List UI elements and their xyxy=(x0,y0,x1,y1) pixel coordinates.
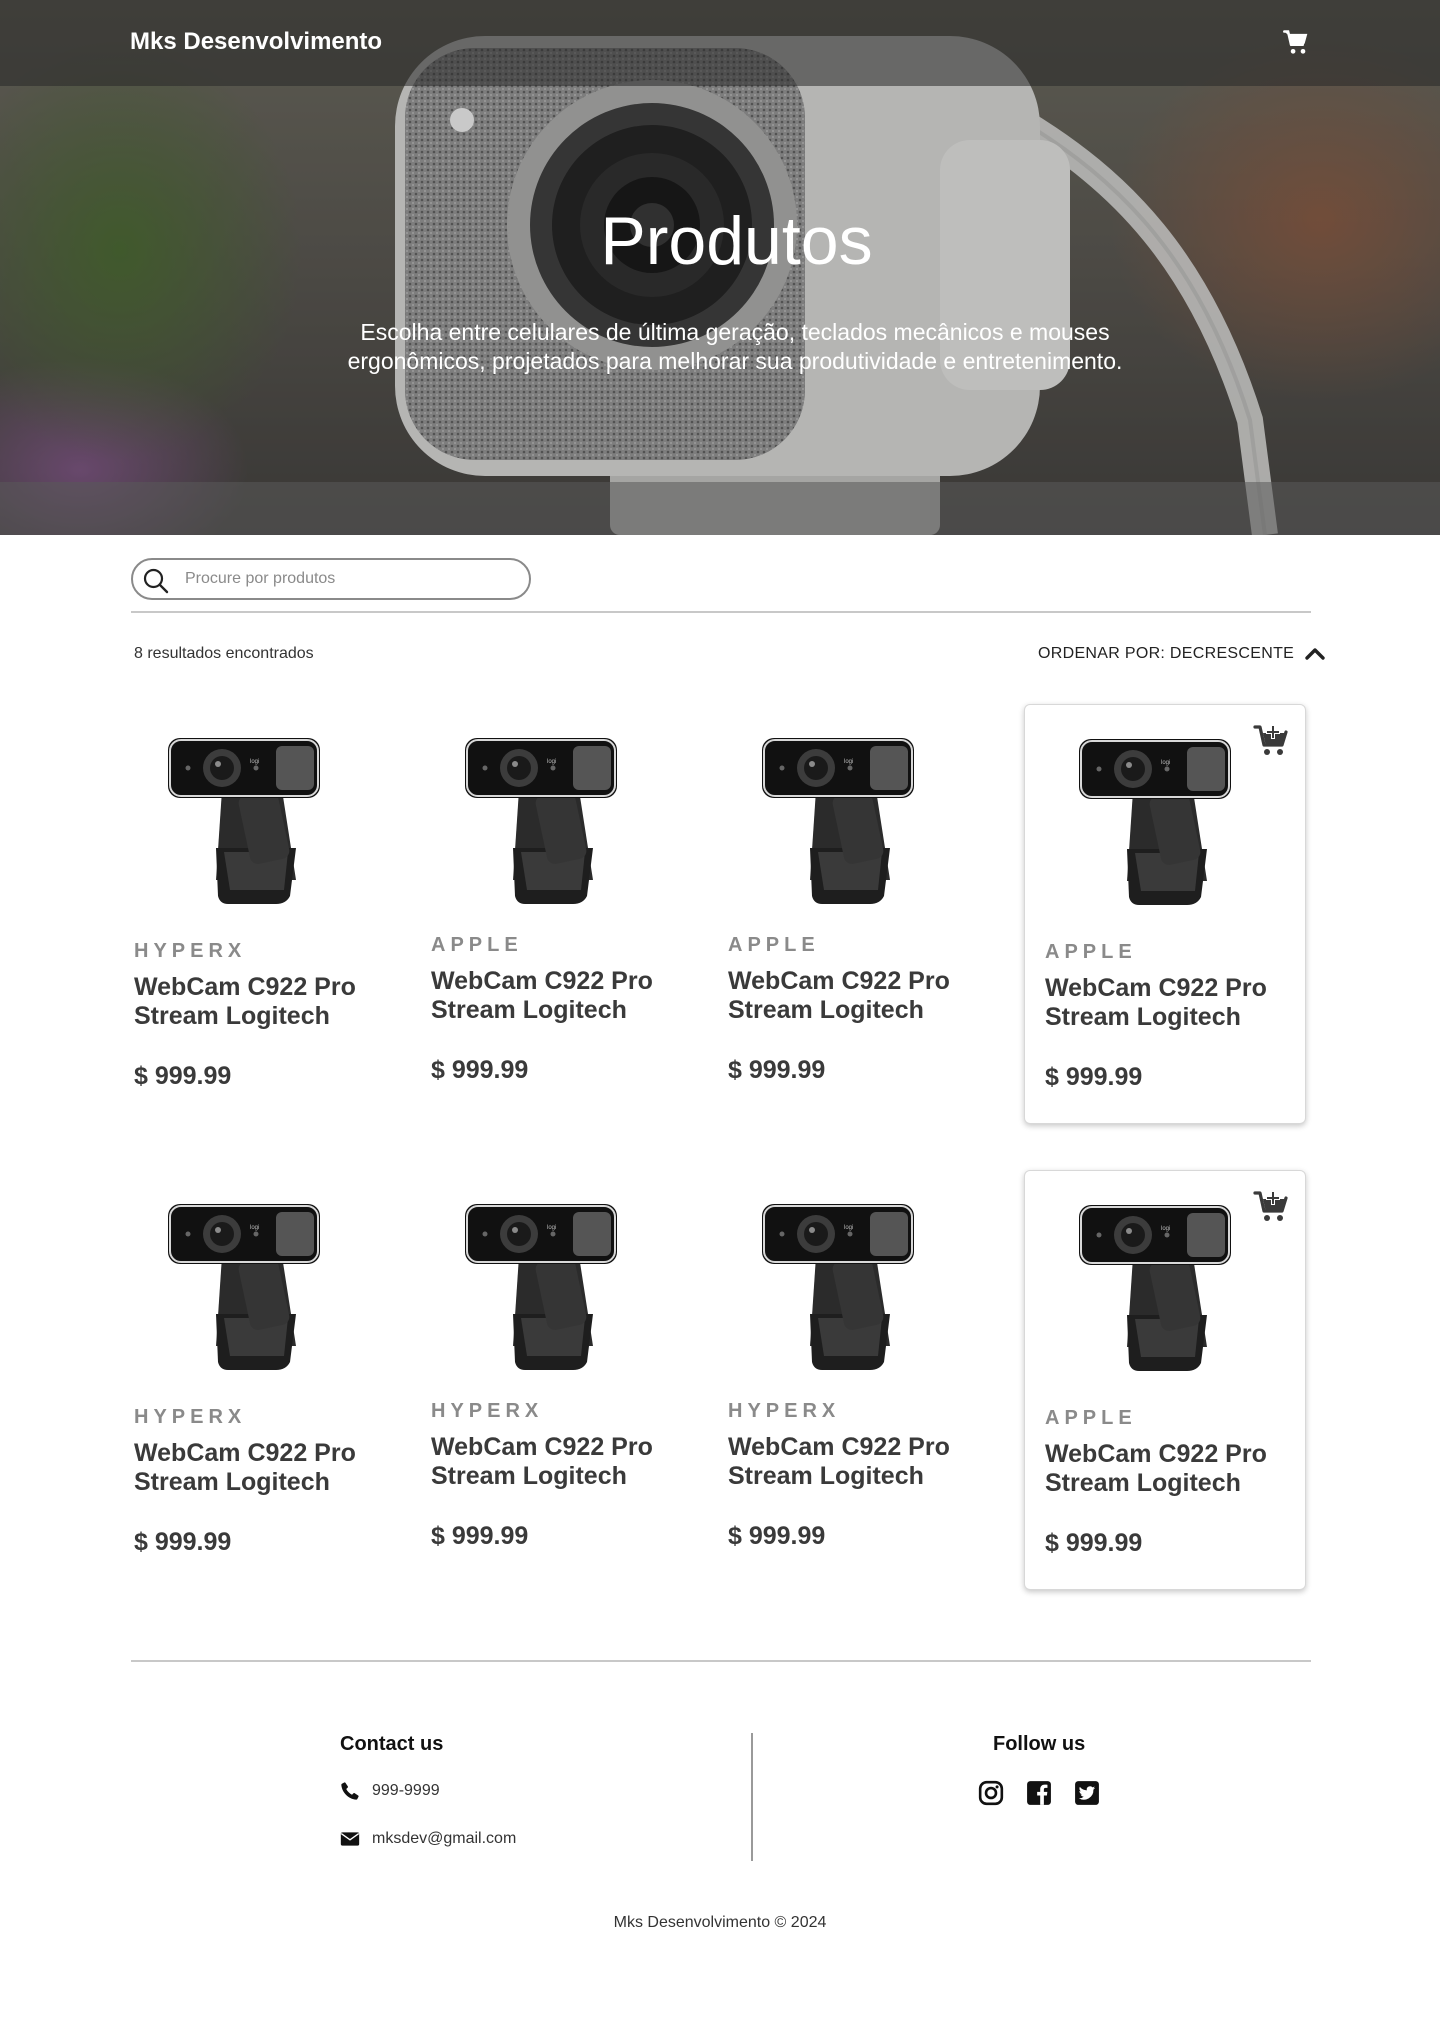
product-image[interactable]: logi xyxy=(164,730,324,910)
product-brand: HYPERX xyxy=(728,1400,841,1422)
results-count: 8 resultados encontrados xyxy=(134,645,314,662)
product-brand: HYPERX xyxy=(431,1400,544,1422)
footer-divider xyxy=(131,1660,1311,1662)
hero-subtitle: Escolha entre celulares de última geraçã… xyxy=(347,319,1123,374)
svg-text:logi: logi xyxy=(250,1225,259,1231)
product-card[interactable]: logi HYPERX WebCam C922 Pro Stream Logite… xyxy=(114,704,396,1124)
product-name[interactable]: WebCam C922 Pro Stream Logitech xyxy=(728,967,978,1025)
svg-text:logi: logi xyxy=(844,1225,853,1231)
product-image[interactable]: logi xyxy=(758,730,918,910)
chevron-up-icon xyxy=(1305,648,1325,660)
product-card[interactable]: logi APPLE WebCam C922 Pro Stream Logitec… xyxy=(708,704,990,1124)
hero-banner: Mks Desenvolvimento Produtos Escolha ent… xyxy=(0,0,1440,535)
product-price: $ 999.99 xyxy=(728,1056,826,1084)
contact-title: Contact us xyxy=(340,1733,444,1755)
svg-text:logi: logi xyxy=(1161,1226,1170,1232)
product-image[interactable]: logi xyxy=(461,1196,621,1376)
product-price: $ 999.99 xyxy=(134,1062,232,1090)
search-divider xyxy=(131,611,1311,613)
product-card[interactable]: logi APPLE WebCam C922 Pro Stream Logitec… xyxy=(1024,704,1306,1124)
product-price: $ 999.99 xyxy=(431,1522,529,1550)
svg-text:logi: logi xyxy=(547,1225,556,1231)
product-image[interactable]: logi xyxy=(164,1196,324,1376)
product-image[interactable]: logi xyxy=(1075,731,1235,911)
product-price: $ 999.99 xyxy=(431,1056,529,1084)
product-brand: APPLE xyxy=(431,934,523,956)
svg-text:logi: logi xyxy=(547,759,556,765)
contact-email-text: mksdev@gmail.com xyxy=(372,1830,517,1847)
add-to-cart-icon[interactable] xyxy=(1253,723,1289,757)
svg-text:logi: logi xyxy=(1161,760,1170,766)
product-name[interactable]: WebCam C922 Pro Stream Logitech xyxy=(134,1439,384,1497)
contact-email[interactable]: mksdev@gmail.com xyxy=(340,1828,516,1850)
page-title: Produtos xyxy=(600,203,873,279)
product-name[interactable]: WebCam C922 Pro Stream Logitech xyxy=(431,1433,681,1491)
follow-title: Follow us xyxy=(993,1733,1086,1755)
product-brand: HYPERX xyxy=(134,940,247,962)
contact-phone-text: 999-9999 xyxy=(372,1782,440,1799)
product-name[interactable]: WebCam C922 Pro Stream Logitech xyxy=(1045,1440,1295,1498)
product-card[interactable]: logi HYPERX WebCam C922 Pro Stream Logite… xyxy=(411,1170,693,1590)
product-image[interactable]: logi xyxy=(461,730,621,910)
product-name[interactable]: WebCam C922 Pro Stream Logitech xyxy=(431,967,681,1025)
product-card[interactable]: logi APPLE WebCam C922 Pro Stream Logitec… xyxy=(411,704,693,1124)
product-name[interactable]: WebCam C922 Pro Stream Logitech xyxy=(134,973,384,1031)
product-price: $ 999.99 xyxy=(728,1522,826,1550)
copyright: Mks Desenvolvimento © 2024 xyxy=(613,1914,827,1931)
product-name[interactable]: WebCam C922 Pro Stream Logitech xyxy=(1045,974,1295,1032)
product-card[interactable]: logi HYPERX WebCam C922 Pro Stream Logite… xyxy=(114,1170,396,1590)
facebook-icon[interactable] xyxy=(1026,1780,1052,1806)
product-image[interactable]: logi xyxy=(1075,1197,1235,1377)
instagram-icon[interactable] xyxy=(978,1780,1004,1806)
search-icon xyxy=(143,568,169,594)
product-image[interactable]: logi xyxy=(758,1196,918,1376)
shopping-cart-icon[interactable] xyxy=(1282,28,1310,56)
envelope-icon xyxy=(340,1832,360,1846)
svg-text:logi: logi xyxy=(844,759,853,765)
phone-icon xyxy=(341,1782,359,1800)
product-brand: APPLE xyxy=(1045,1407,1137,1429)
sort-label: ORDENAR POR: DECRESCENTE xyxy=(1038,645,1295,662)
product-price: $ 999.99 xyxy=(1045,1529,1143,1557)
product-brand: APPLE xyxy=(1045,941,1137,963)
svg-text:logi: logi xyxy=(250,759,259,765)
product-brand: HYPERX xyxy=(134,1406,247,1428)
hero-bottom-band xyxy=(0,482,1440,535)
twitter-icon[interactable] xyxy=(1074,1780,1100,1806)
product-brand: APPLE xyxy=(728,934,820,956)
footer-separator xyxy=(751,1733,753,1861)
product-card[interactable]: logi APPLE WebCam C922 Pro Stream Logitec… xyxy=(1024,1170,1306,1590)
site-brand[interactable]: Mks Desenvolvimento xyxy=(130,28,382,56)
product-name[interactable]: WebCam C922 Pro Stream Logitech xyxy=(728,1433,978,1491)
top-navbar: Mks Desenvolvimento xyxy=(0,0,1440,86)
add-to-cart-icon[interactable] xyxy=(1253,1189,1289,1223)
contact-phone[interactable]: 999-9999 xyxy=(340,1780,440,1802)
product-card[interactable]: logi HYPERX WebCam C922 Pro Stream Logite… xyxy=(708,1170,990,1590)
product-price: $ 999.99 xyxy=(1045,1063,1143,1091)
search-input[interactable] xyxy=(185,566,515,592)
product-price: $ 999.99 xyxy=(134,1528,232,1556)
sort-dropdown[interactable]: ORDENAR POR: DECRESCENTE xyxy=(1038,643,1326,665)
search-bar[interactable] xyxy=(131,558,531,600)
